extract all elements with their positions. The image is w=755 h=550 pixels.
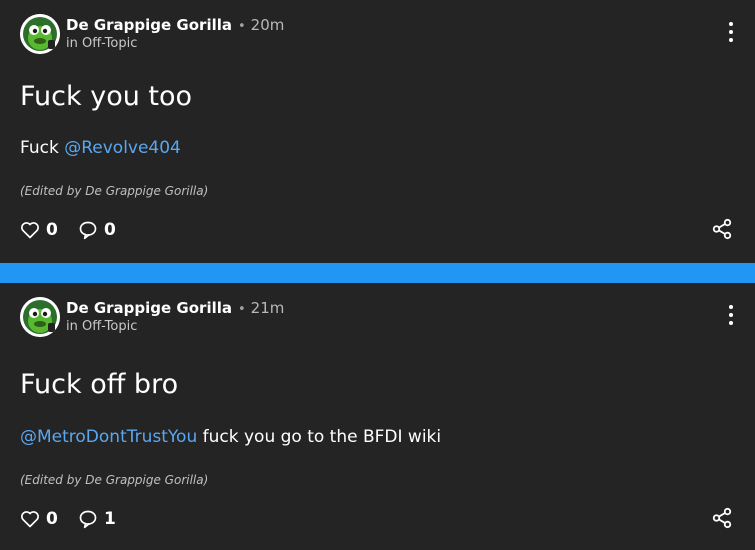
gorilla-avatar-icon	[20, 297, 60, 337]
avatar[interactable]	[20, 297, 60, 337]
comment-button[interactable]: 0	[78, 218, 116, 242]
speech-bubble-icon	[79, 510, 97, 529]
separator-dot: •	[238, 302, 246, 317]
more-vertical-icon[interactable]	[727, 305, 735, 331]
post-divider	[0, 263, 755, 283]
post-header: De Grappige Gorilla • 20m in Off-Topic	[20, 14, 735, 54]
post-body: Fuck @Revolve404	[20, 138, 181, 158]
like-button[interactable]: 0	[20, 218, 58, 242]
post-actions: 0 1	[20, 507, 735, 531]
post-card: De Grappige Gorilla • 20m in Off-Topic Fuc…	[0, 0, 755, 263]
post-actions: 0 0	[20, 218, 735, 242]
heart-icon	[21, 222, 39, 239]
comment-count: 1	[104, 509, 116, 529]
post-time: 21m	[250, 299, 285, 317]
share-icon[interactable]	[711, 507, 733, 529]
author-name[interactable]: De Grappige Gorilla	[66, 299, 232, 317]
post-body: @MetroDontTrustYou fuck you go to the BF…	[20, 427, 441, 447]
user-mention-link[interactable]: @MetroDontTrustYou	[20, 427, 197, 447]
gorilla-avatar-icon	[20, 14, 60, 54]
community-label[interactable]: in Off-Topic	[66, 319, 137, 334]
author-name[interactable]: De Grappige Gorilla	[66, 16, 232, 34]
separator-dot: •	[238, 19, 246, 34]
user-mention-link[interactable]: @Revolve404	[64, 138, 181, 158]
more-vertical-icon[interactable]	[727, 22, 735, 48]
like-count: 0	[46, 509, 58, 529]
community-label[interactable]: in Off-Topic	[66, 36, 137, 51]
post-header: De Grappige Gorilla • 21m in Off-Topic	[20, 297, 735, 337]
avatar[interactable]	[20, 14, 60, 54]
body-text-prefix: Fuck	[20, 138, 65, 158]
speech-bubble-icon	[79, 221, 97, 240]
comment-button[interactable]: 1	[78, 507, 116, 531]
edited-note: (Edited by De Grappige Gorilla)	[20, 184, 209, 198]
post-title[interactable]: Fuck off bro	[20, 369, 178, 400]
like-count: 0	[46, 220, 58, 240]
edited-note: (Edited by De Grappige Gorilla)	[20, 473, 209, 487]
body-text-suffix: fuck you go to the BFDI wiki	[197, 427, 442, 447]
post-title[interactable]: Fuck you too	[20, 81, 192, 112]
like-button[interactable]: 0	[20, 507, 58, 531]
post-card: De Grappige Gorilla • 21m in Off-Topic Fuc…	[0, 283, 755, 550]
heart-icon	[21, 511, 39, 528]
post-time: 20m	[250, 16, 285, 34]
share-icon[interactable]	[711, 218, 733, 240]
comment-count: 0	[104, 220, 116, 240]
